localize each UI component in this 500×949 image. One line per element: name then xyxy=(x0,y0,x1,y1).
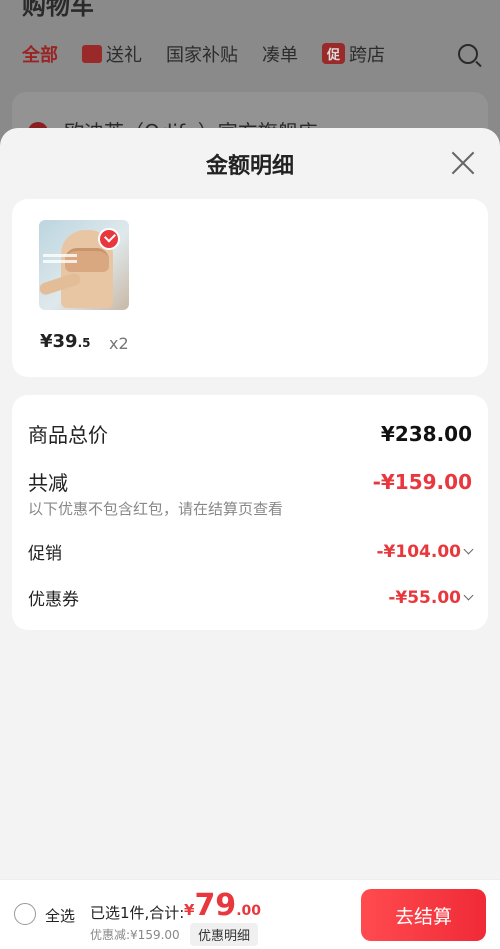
reduce-value: -¥159.00 xyxy=(372,469,472,494)
sheet-title: 金额明细 xyxy=(205,154,294,179)
discount-detail-button[interactable]: 优惠明细 xyxy=(190,923,259,946)
total-value: ¥238.00 xyxy=(380,421,472,446)
sheet-header: 金额明细 xyxy=(0,128,500,198)
total-dec: .00 xyxy=(236,903,261,919)
promo-row[interactable]: 促销 -¥104.00 xyxy=(28,539,474,564)
total-label: 商品总价 xyxy=(28,423,108,447)
select-all-radio[interactable] xyxy=(14,903,36,925)
tab-gift-label: 送礼 xyxy=(106,45,142,66)
price-int: ¥39 xyxy=(40,331,78,352)
close-icon[interactable] xyxy=(450,150,476,176)
tab-cross-store-label: 跨店 xyxy=(349,45,386,66)
check-icon xyxy=(98,228,120,250)
discount-hint: 以下优惠不包含红包，请在结算页查看 xyxy=(28,500,284,518)
search-icon[interactable] xyxy=(458,44,478,64)
product-quantity: x2 xyxy=(109,334,129,353)
tab-all[interactable]: 全部 xyxy=(22,41,58,67)
thumb-text xyxy=(43,254,77,257)
chevron-down-icon[interactable] xyxy=(463,590,474,601)
gift-icon xyxy=(82,45,102,63)
background-page: 购物车 全部 送礼 国家补贴 凑单 促跨店 欧迪芙（Odifu）官方旗舰店 xyxy=(0,0,500,152)
total-row: 商品总价 ¥238.00 xyxy=(28,419,472,448)
promo-label: 促销 xyxy=(28,544,62,564)
selected-summary: 已选1件,合计: xyxy=(90,904,185,922)
price-dec: .5 xyxy=(77,336,91,350)
tab-cross-store[interactable]: 促跨店 xyxy=(322,41,385,67)
coupon-value: -¥55.00 xyxy=(388,587,461,608)
product-card: ¥39.5 x2 xyxy=(12,199,488,377)
reduce-label: 共减 xyxy=(28,471,68,495)
select-all-label[interactable]: 全选 xyxy=(45,905,75,926)
summary-card: 商品总价 ¥238.00 共减 -¥159.00 以下优惠不包含红包，请在结算页… xyxy=(12,395,488,630)
total-currency: ¥ xyxy=(184,901,195,919)
coupon-label: 优惠券 xyxy=(28,590,79,610)
thumb-garment xyxy=(65,248,109,272)
promo-badge: 促 xyxy=(322,43,346,64)
reduce-row: 共减 -¥159.00 xyxy=(28,467,472,496)
product-price: ¥39.5 xyxy=(40,331,91,352)
page-title: 购物车 xyxy=(22,0,94,20)
chevron-down-icon[interactable] xyxy=(463,544,474,555)
tab-gift[interactable]: 送礼 xyxy=(82,41,142,67)
tab-bundle[interactable]: 凑单 xyxy=(262,41,298,67)
checkout-bar: 全选 已选1件,合计: ¥ 79 .00 优惠减:¥159.00 优惠明细 去结… xyxy=(0,879,500,949)
promo-value: -¥104.00 xyxy=(376,541,462,562)
total-amount: ¥ 79 .00 xyxy=(184,888,261,923)
discount-line: 优惠减:¥159.00 xyxy=(90,928,180,942)
total-int: 79 xyxy=(194,888,237,923)
category-tabs: 全部 送礼 国家补贴 凑单 促跨店 xyxy=(22,40,482,68)
coupon-value-wrap: -¥55.00 xyxy=(388,587,474,608)
checkout-button[interactable]: 去结算 xyxy=(361,889,486,941)
promo-value-wrap: -¥104.00 xyxy=(376,541,474,562)
tab-subsidy[interactable]: 国家补贴 xyxy=(166,41,238,67)
amount-detail-sheet: 金额明细 ¥39.5 x2 商品总价 ¥238.00 共减 -¥159.00 以… xyxy=(0,128,500,949)
coupon-row[interactable]: 优惠券 -¥55.00 xyxy=(28,585,474,610)
